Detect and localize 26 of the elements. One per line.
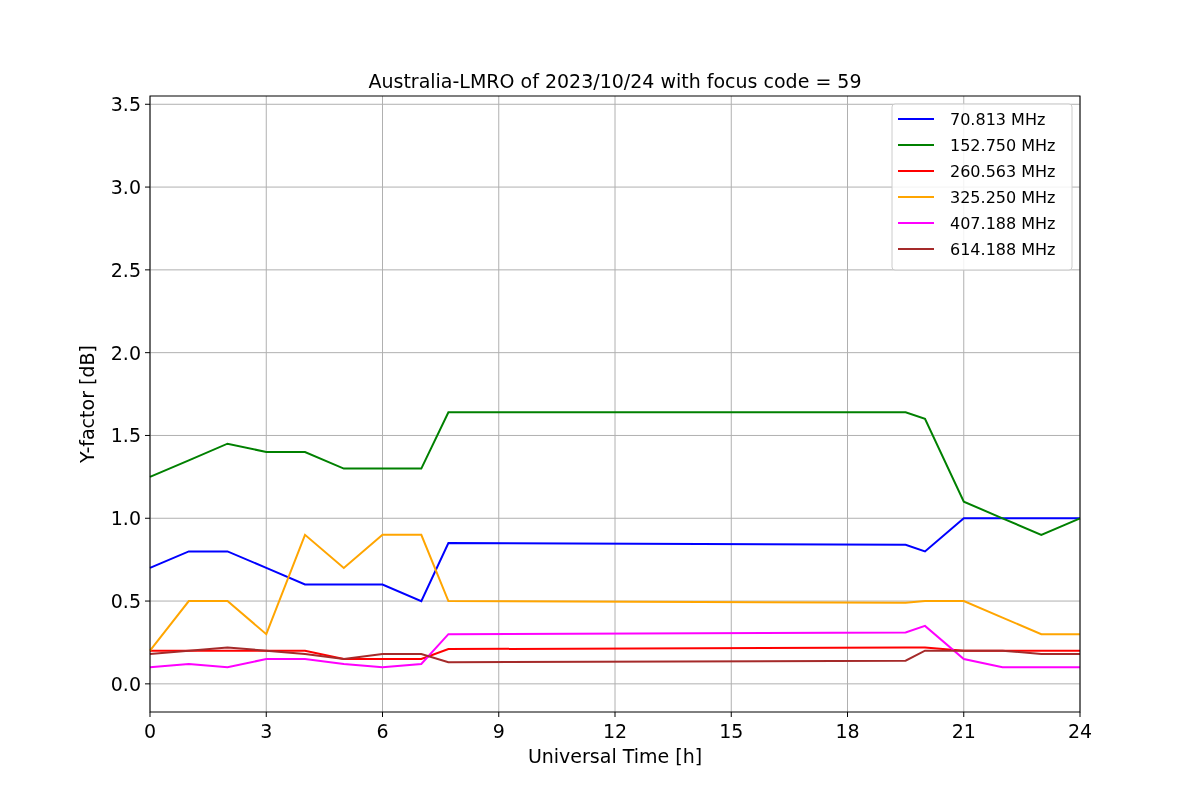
tick-label: 0.5 [110,590,141,613]
axis-label: Universal Time [h] [527,745,703,767]
legend-label: 152.750 MHz [950,136,1056,155]
tick-label: 15 [719,720,744,742]
legend-label: 614.188 MHz [950,240,1056,259]
legend-label: 70.813 MHz [950,110,1046,129]
tick-label: 1.5 [110,424,141,447]
tick-label: 2.5 [110,258,141,281]
tick-label: 6 [376,720,389,742]
tick-label: 2.0 [110,341,141,364]
tick-label: 3.5 [110,93,141,116]
tick-label: 9 [492,720,505,742]
chart-title: Australia-LMRO of 2023/10/24 with focus code = 59 [368,70,862,92]
legend-label: 407.188 MHz [950,214,1056,233]
tick-label: 3.0 [110,176,141,199]
tick-label: 0.0 [110,672,141,695]
tick-label: 21 [951,720,976,742]
tick-label: 0 [143,720,157,742]
tick-label: 18 [835,720,860,742]
tick-label: 24 [1067,720,1093,742]
legend-label: 325.250 MHz [950,188,1056,207]
tick-label: 1.0 [110,507,141,530]
tick-label: 12 [602,720,628,742]
legend-label: 260.563 MHz [950,162,1056,181]
axis-label: Y-factor [dB] [76,345,98,463]
tick-label: 3 [260,720,273,742]
